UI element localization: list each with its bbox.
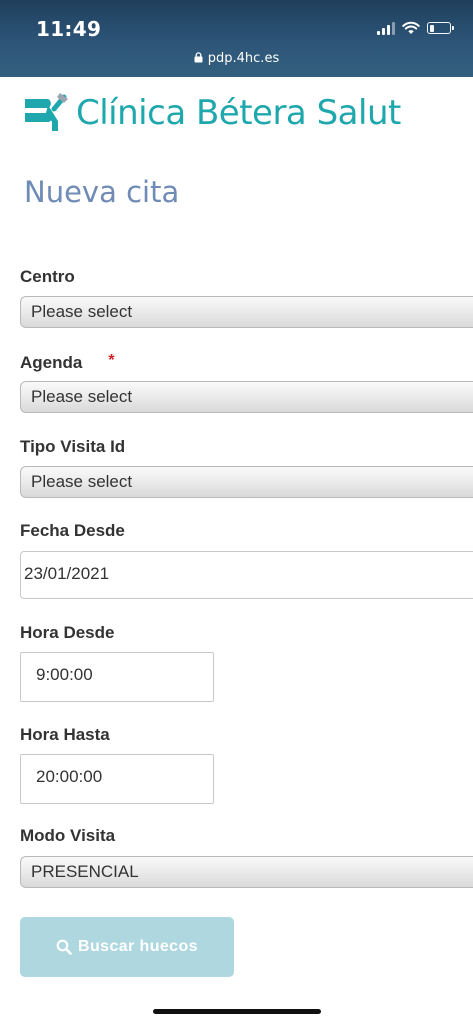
signal-icon — [377, 21, 395, 35]
fecha-desde-value: 23/01/2021 — [24, 564, 110, 583]
agenda-select[interactable]: Please select — [20, 381, 473, 413]
hora-desde-value: 9:00:00 — [36, 665, 93, 684]
fecha-desde-input[interactable]: 23/01/2021 — [20, 551, 473, 599]
address-bar[interactable]: pdp.4hc.es — [0, 51, 473, 66]
hora-desde-input[interactable]: 9:00:00 — [20, 652, 214, 702]
modo-visita-select[interactable]: PRESENCIAL — [20, 856, 473, 888]
tipo-visita-select-value: Please select — [31, 472, 133, 491]
search-icon — [56, 939, 72, 955]
lock-icon — [194, 52, 203, 63]
centro-select[interactable]: Please select — [20, 296, 473, 328]
status-bar: 11:49 pdp.4hc.es — [0, 0, 473, 77]
centro-label: Centro — [20, 267, 75, 286]
brand-name: Clínica Bétera Salut — [76, 93, 401, 133]
page-title: Nueva cita — [24, 175, 180, 209]
home-indicator[interactable] — [153, 1009, 321, 1014]
status-time: 11:49 — [36, 17, 102, 41]
fecha-desde-label: Fecha Desde — [20, 521, 125, 540]
modo-visita-label: Modo Visita — [20, 826, 116, 845]
brand-logo[interactable]: Clínica Bétera Salut — [24, 88, 401, 138]
hora-desde-label: Hora Desde — [20, 623, 115, 642]
hora-hasta-input[interactable]: 20:00:00 — [20, 754, 214, 804]
required-asterisk: * — [108, 352, 115, 369]
search-slots-label: Buscar huecos — [78, 938, 198, 955]
centro-select-value: Please select — [31, 302, 133, 321]
agenda-label: Agenda * — [20, 352, 115, 373]
status-icons — [377, 20, 454, 36]
battery-icon — [427, 22, 454, 34]
search-slots-button[interactable]: Buscar huecos — [20, 917, 234, 977]
wifi-icon — [402, 21, 420, 34]
agenda-select-value: Please select — [31, 387, 133, 406]
tipo-visita-select[interactable]: Please select — [20, 466, 473, 498]
url-text: pdp.4hc.es — [207, 51, 280, 66]
tipo-visita-label: Tipo Visita Id — [20, 437, 126, 456]
hora-hasta-value: 20:00:00 — [36, 767, 103, 786]
hora-hasta-label: Hora Hasta — [20, 725, 110, 744]
clinic-logo-icon — [25, 93, 68, 131]
modo-visita-select-value: PRESENCIAL — [31, 862, 139, 881]
agenda-label-text: Agenda — [20, 353, 83, 372]
